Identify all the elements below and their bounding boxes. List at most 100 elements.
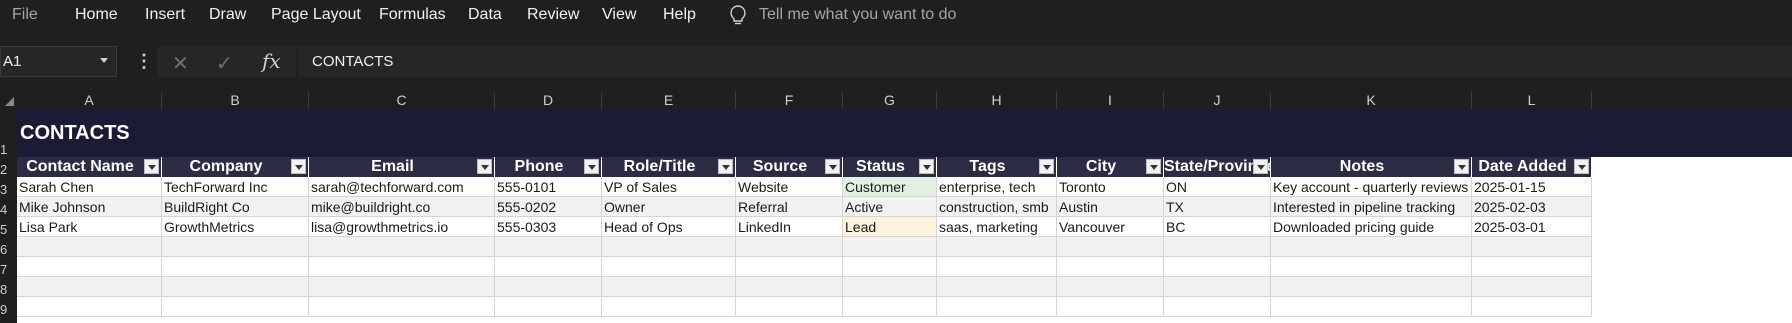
table-cell[interactable]: Mike Johnson: [17, 197, 162, 217]
empty-cell[interactable]: [736, 297, 843, 317]
empty-cell[interactable]: [736, 237, 843, 257]
filter-dropdown-icon[interactable]: [718, 159, 733, 174]
menu-formulas[interactable]: Formulas: [379, 6, 446, 24]
empty-cell[interactable]: [1057, 297, 1164, 317]
empty-cell[interactable]: [162, 297, 309, 317]
column-header-b[interactable]: B: [162, 92, 309, 109]
filter-dropdown-icon[interactable]: [1574, 159, 1589, 174]
table-header-cell[interactable]: City: [1057, 157, 1164, 177]
empty-cell[interactable]: [736, 257, 843, 277]
chevron-down-icon[interactable]: [100, 58, 108, 63]
menu-home[interactable]: Home: [75, 6, 118, 24]
empty-cell[interactable]: [937, 297, 1057, 317]
sheet-area[interactable]: CONTACTS Contact Name Company Email Phone Ro…: [17, 109, 1792, 323]
table-cell[interactable]: Active: [843, 197, 937, 217]
menu-review[interactable]: Review: [527, 6, 579, 24]
column-header-d[interactable]: D: [495, 92, 602, 109]
table-cell[interactable]: sarah@techforward.com: [309, 177, 495, 197]
empty-cell[interactable]: [1164, 237, 1271, 257]
table-header-cell[interactable]: Phone: [495, 157, 602, 177]
table-cell[interactable]: Vancouver: [1057, 217, 1164, 237]
menu-insert[interactable]: Insert: [145, 6, 185, 24]
empty-cell[interactable]: [495, 257, 602, 277]
empty-cell[interactable]: [1057, 257, 1164, 277]
table-cell[interactable]: TechForward Inc: [162, 177, 309, 197]
table-cell[interactable]: ON: [1164, 177, 1271, 197]
empty-cell[interactable]: [1472, 277, 1592, 297]
empty-cell[interactable]: [309, 297, 495, 317]
table-cell[interactable]: 555-0303: [495, 217, 602, 237]
table-header-cell[interactable]: Role/Title: [602, 157, 736, 177]
row-header-1[interactable]: 1: [0, 109, 17, 157]
table-header-cell[interactable]: Contact Name: [17, 157, 162, 177]
empty-cell[interactable]: [937, 277, 1057, 297]
name-box[interactable]: A1: [0, 46, 117, 77]
empty-cell[interactable]: [1164, 297, 1271, 317]
empty-cell[interactable]: [843, 277, 937, 297]
filter-dropdown-icon[interactable]: [144, 159, 159, 174]
filter-dropdown-icon[interactable]: [1039, 159, 1054, 174]
empty-cell[interactable]: [17, 237, 162, 257]
table-header-cell[interactable]: Notes: [1271, 157, 1472, 177]
empty-cell[interactable]: [309, 257, 495, 277]
table-cell[interactable]: Austin: [1057, 197, 1164, 217]
table-cell[interactable]: Toronto: [1057, 177, 1164, 197]
formula-input[interactable]: CONTACTS: [298, 46, 1792, 77]
table-cell[interactable]: VP of Sales: [602, 177, 736, 197]
filter-dropdown-icon[interactable]: [477, 159, 492, 174]
table-cell[interactable]: Owner: [602, 197, 736, 217]
table-cell[interactable]: BuildRight Co: [162, 197, 309, 217]
table-cell[interactable]: Downloaded pricing guide: [1271, 217, 1472, 237]
menu-draw[interactable]: Draw: [209, 6, 246, 24]
empty-cell[interactable]: [1472, 237, 1592, 257]
empty-cell[interactable]: [602, 237, 736, 257]
table-cell[interactable]: Interested in pipeline tracking: [1271, 197, 1472, 217]
filter-dropdown-icon[interactable]: [584, 159, 599, 174]
empty-cell[interactable]: [843, 257, 937, 277]
column-header-l[interactable]: L: [1472, 92, 1592, 109]
table-cell[interactable]: TX: [1164, 197, 1271, 217]
table-cell[interactable]: enterprise, tech: [937, 177, 1057, 197]
empty-cell[interactable]: [937, 257, 1057, 277]
table-cell[interactable]: Customer: [843, 177, 937, 197]
empty-cell[interactable]: [1472, 297, 1592, 317]
empty-cell[interactable]: [602, 277, 736, 297]
table-cell[interactable]: Lead: [843, 217, 937, 237]
menu-help[interactable]: Help: [663, 6, 696, 24]
table-header-cell[interactable]: Email: [309, 157, 495, 177]
empty-cell[interactable]: [162, 277, 309, 297]
column-header-h[interactable]: H: [937, 92, 1057, 109]
table-header-cell[interactable]: Tags: [937, 157, 1057, 177]
column-header-k[interactable]: K: [1271, 92, 1472, 109]
menu-view[interactable]: View: [602, 6, 636, 24]
table-cell[interactable]: Head of Ops: [602, 217, 736, 237]
table-header-cell[interactable]: Date Added: [1472, 157, 1592, 177]
table-header-cell[interactable]: Status: [843, 157, 937, 177]
menu-file[interactable]: File: [12, 6, 38, 24]
filter-dropdown-icon[interactable]: [291, 159, 306, 174]
table-header-cell[interactable]: Source: [736, 157, 843, 177]
empty-cell[interactable]: [937, 237, 1057, 257]
empty-cell[interactable]: [843, 297, 937, 317]
column-header-g[interactable]: G: [843, 92, 937, 109]
table-cell[interactable]: mike@buildright.co: [309, 197, 495, 217]
empty-cell[interactable]: [1271, 297, 1472, 317]
empty-cell[interactable]: [1164, 257, 1271, 277]
row-header-7[interactable]: 7: [0, 257, 17, 277]
table-cell[interactable]: 555-0202: [495, 197, 602, 217]
tell-me-search[interactable]: Tell me what you want to do: [727, 4, 956, 26]
table-cell[interactable]: saas, marketing: [937, 217, 1057, 237]
table-cell[interactable]: 2025-02-03: [1472, 197, 1592, 217]
empty-cell[interactable]: [17, 257, 162, 277]
filter-dropdown-icon[interactable]: [825, 159, 840, 174]
row-header-2[interactable]: 2: [0, 157, 17, 177]
row-header-6[interactable]: 6: [0, 237, 17, 257]
column-header-i[interactable]: I: [1057, 92, 1164, 109]
empty-cell[interactable]: [843, 237, 937, 257]
sheet-title[interactable]: CONTACTS: [20, 122, 130, 145]
empty-cell[interactable]: [1472, 257, 1592, 277]
row-header-3[interactable]: 3: [0, 177, 17, 197]
table-cell[interactable]: construction, smb: [937, 197, 1057, 217]
empty-cell[interactable]: [1164, 277, 1271, 297]
empty-cell[interactable]: [602, 297, 736, 317]
